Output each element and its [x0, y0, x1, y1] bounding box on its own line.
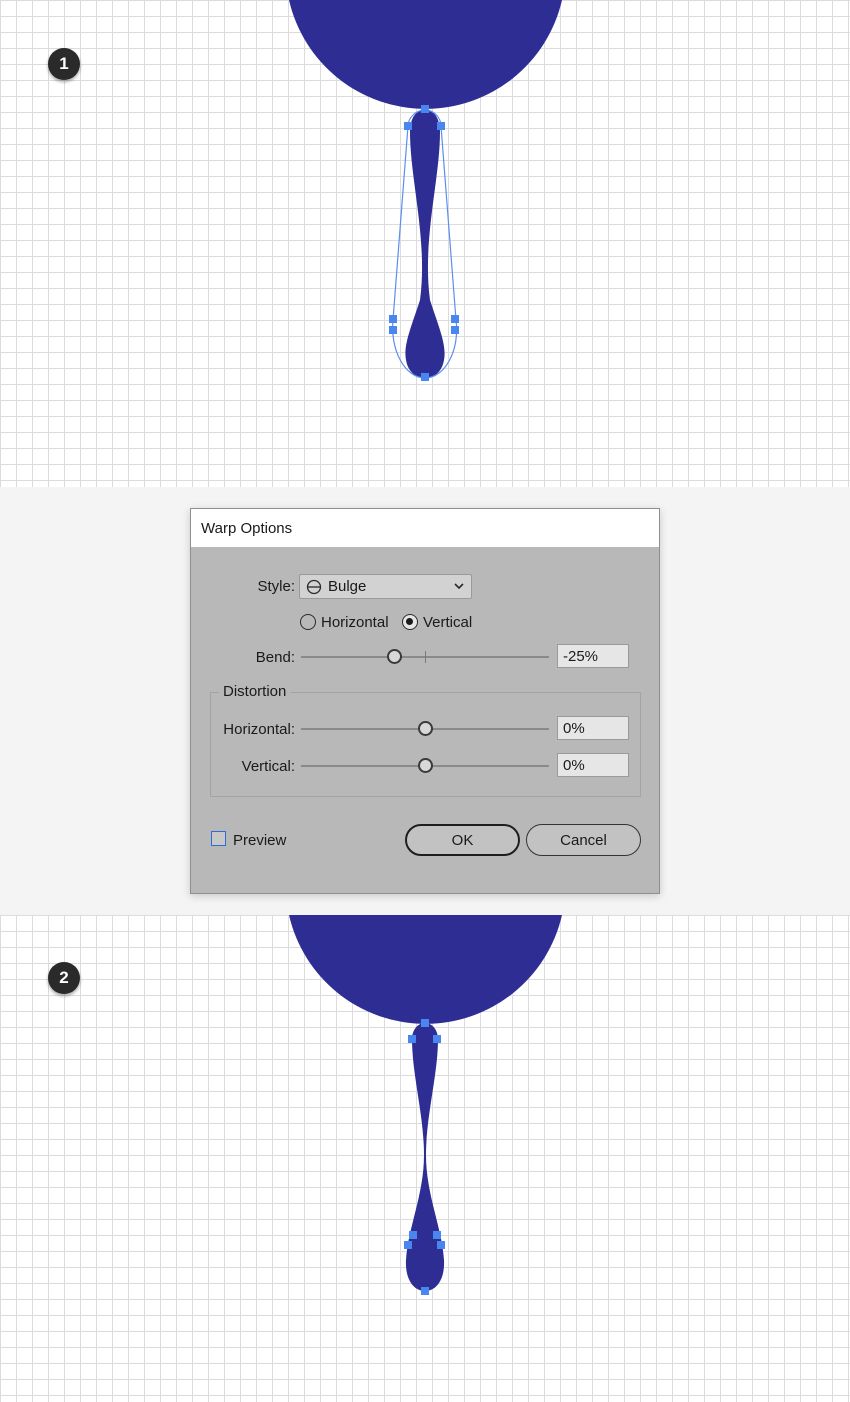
step-badge: 2 — [48, 962, 80, 994]
preview-label[interactable]: Preview — [233, 832, 286, 849]
anchor-point[interactable] — [404, 122, 412, 130]
anchor-point[interactable] — [437, 1241, 445, 1249]
distortion-horizontal-slider-thumb[interactable] — [417, 721, 433, 736]
dialog-title: Warp Options — [201, 519, 293, 537]
anchor-point[interactable] — [433, 1231, 441, 1239]
anchor-point[interactable] — [451, 315, 459, 323]
artwork-before — [289, 0, 562, 381]
droplet-shape[interactable] — [405, 110, 445, 378]
distortion-group — [210, 692, 641, 797]
chevron-down-icon — [454, 583, 464, 590]
bend-value-field[interactable]: -25% — [557, 644, 629, 668]
artwork-after — [289, 915, 562, 1295]
vertical-radio[interactable] — [402, 614, 418, 630]
distortion-group-title: Distortion — [219, 683, 291, 700]
large-circle-shape — [289, 0, 562, 109]
anchor-point[interactable] — [389, 326, 397, 334]
distortion-horizontal-value-field[interactable]: 0% — [557, 716, 629, 740]
ok-button[interactable]: OK — [405, 824, 520, 856]
bend-slider-thumb[interactable] — [386, 649, 402, 664]
anchor-point[interactable] — [404, 1241, 412, 1249]
distortion-vertical-slider-thumb[interactable] — [417, 758, 433, 773]
preview-checkbox[interactable] — [211, 831, 226, 846]
large-circle-shape — [289, 915, 562, 1024]
artboard-before[interactable]: 1 — [0, 0, 850, 487]
anchor-point[interactable] — [451, 326, 459, 334]
anchor-point[interactable] — [408, 1035, 416, 1043]
horizontal-radio-label: Horizontal — [321, 614, 389, 631]
anchor-point[interactable] — [389, 315, 397, 323]
cancel-button[interactable]: Cancel — [526, 824, 641, 856]
distortion-vertical-label: Vertical: — [241, 758, 295, 775]
bend-slider-center-tick — [425, 651, 426, 663]
bulge-icon — [306, 579, 322, 594]
anchor-point[interactable] — [421, 1287, 429, 1295]
droplet-shape[interactable] — [405, 1023, 445, 1291]
anchor-point[interactable] — [421, 1019, 429, 1027]
artboard-after[interactable]: 2 — [0, 915, 850, 1402]
anchor-point[interactable] — [409, 1231, 417, 1239]
anchor-point[interactable] — [433, 1035, 441, 1043]
anchor-point[interactable] — [421, 105, 429, 113]
anchor-point[interactable] — [437, 122, 445, 130]
distortion-vertical-value-field[interactable]: 0% — [557, 753, 629, 777]
distortion-horizontal-label: Horizontal: — [223, 721, 295, 738]
style-dropdown[interactable]: Bulge — [299, 574, 472, 599]
dialog-title-bar[interactable]: Warp Options — [191, 509, 659, 547]
horizontal-radio[interactable] — [300, 614, 316, 630]
step-badge: 1 — [48, 48, 80, 80]
warp-options-dialog: Warp Options Style: Bulge Horizontal Ver… — [190, 508, 660, 894]
style-label: Style: — [257, 578, 295, 595]
anchor-point[interactable] — [421, 373, 429, 381]
style-value: Bulge — [328, 578, 367, 595]
vertical-radio-label: Vertical — [423, 614, 473, 631]
bend-label: Bend: — [255, 649, 295, 666]
